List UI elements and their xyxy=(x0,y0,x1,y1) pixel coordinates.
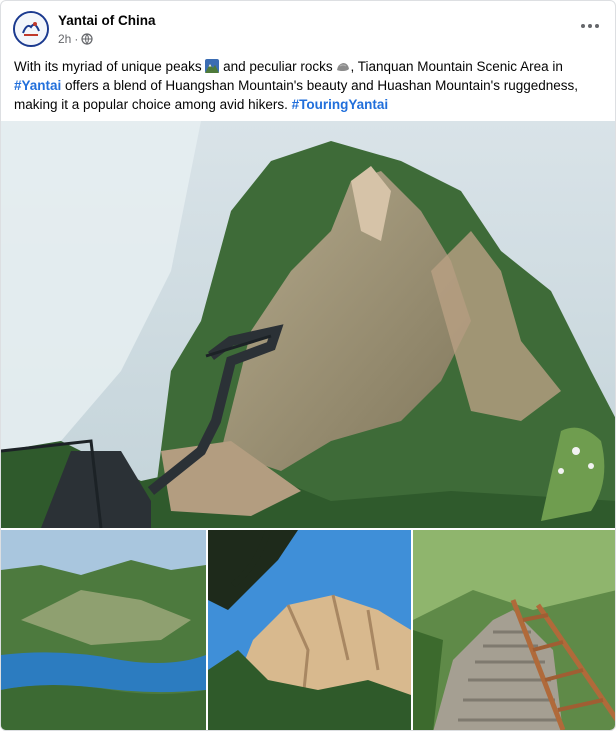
hashtag-touringyantai-link[interactable]: #TouringYantai xyxy=(292,97,389,112)
post-photo-reservoir[interactable] xyxy=(1,530,206,730)
rock-emoji-icon xyxy=(336,59,350,73)
post-time[interactable]: 2h xyxy=(58,32,71,46)
caption-text-2: and peculiar rocks xyxy=(223,59,333,74)
post-meta: 2h · xyxy=(58,32,93,46)
hashtag-yantai-link[interactable]: #Yantai xyxy=(14,78,61,93)
more-options-icon xyxy=(581,24,599,28)
post-photo-stairway[interactable] xyxy=(413,530,615,730)
page-avatar[interactable] xyxy=(13,11,49,47)
page-name[interactable]: Yantai of China xyxy=(58,13,156,28)
caption-text-1: With its myriad of unique peaks xyxy=(14,59,202,74)
meta-separator: · xyxy=(74,32,79,46)
post-card: Yantai of China 2h · With its myriad of … xyxy=(0,0,616,731)
post-photo-main[interactable] xyxy=(1,121,615,528)
mountain-emoji-icon xyxy=(205,59,220,73)
post-header: Yantai of China 2h · xyxy=(1,1,615,53)
globe-icon xyxy=(81,33,93,45)
post-caption: With its myriad of unique peaks and pecu… xyxy=(14,57,606,114)
post-photo-cliff[interactable] xyxy=(208,530,411,730)
more-options-button[interactable] xyxy=(575,13,605,39)
caption-text-3: , Tianquan Mountain Scenic Area in xyxy=(350,59,563,74)
